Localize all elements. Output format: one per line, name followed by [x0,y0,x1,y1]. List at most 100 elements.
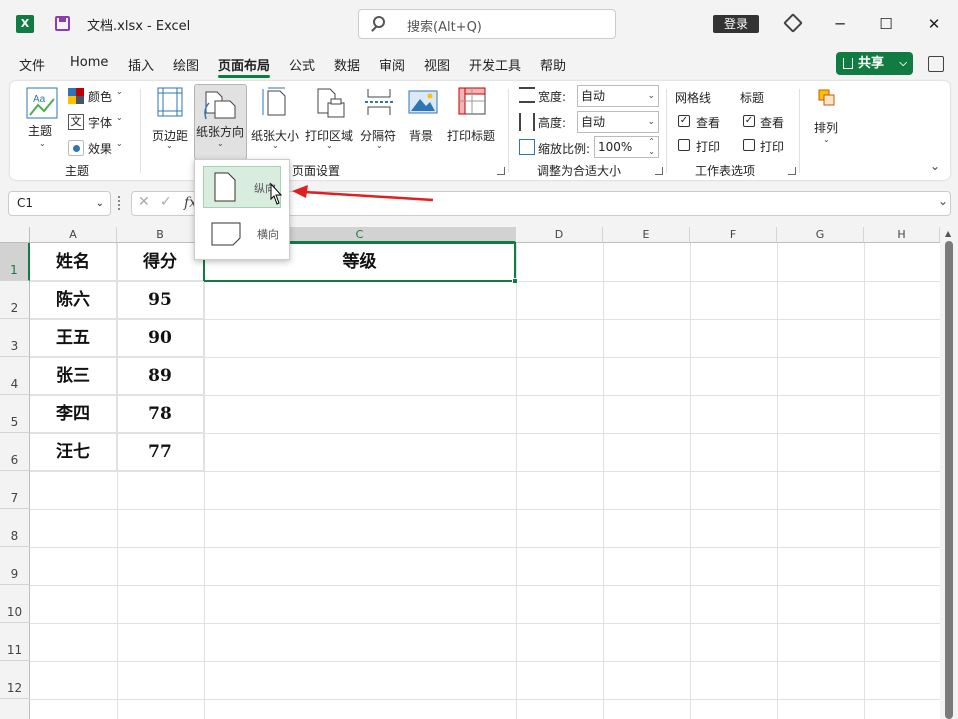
select-all-corner[interactable] [0,227,30,243]
scroll-up-icon[interactable]: ▲ [945,229,951,238]
background-button[interactable]: 背景 [406,87,440,149]
row-header[interactable]: 8 [0,509,30,547]
comment-icon[interactable] [928,56,944,72]
column-header[interactable]: H [864,227,940,243]
chevron-down-icon: ⌄ [95,198,104,209]
chevron-down-icon: ⌄ [116,113,123,122]
row-header-selected[interactable]: 1 [0,243,30,281]
tab-review[interactable]: 审阅 [379,55,405,74]
row-header[interactable] [0,699,30,719]
table-header-cell[interactable]: 姓名 [30,243,117,281]
table-cell[interactable]: 78 [117,395,204,433]
scale-spinner[interactable]: 100% ⌃ ⌄ [594,136,659,158]
landscape-label: 横向 [257,228,279,241]
gridlines-print-checkbox[interactable] [678,139,690,151]
tab-developer[interactable]: 开发工具 [469,55,521,74]
close-button[interactable]: ✕ [922,12,946,36]
tab-view[interactable]: 视图 [424,55,450,74]
table-cell[interactable]: 李四 [30,395,117,433]
orientation-button[interactable]: 纸张方向 ⌄ [194,84,247,160]
width-select[interactable]: 自动 ⌄ [577,85,659,107]
minimize-button[interactable]: ─ [828,12,852,36]
row-header[interactable]: 7 [0,471,30,509]
column-header[interactable]: D [516,227,603,243]
table-cell[interactable]: 95 [117,281,204,319]
height-select[interactable]: 自动 ⌄ [577,111,659,133]
table-cell[interactable]: 张三 [30,357,117,395]
column-header[interactable]: G [777,227,864,243]
row-header[interactable]: 9 [0,547,30,585]
width-icon [519,87,535,103]
confirm-icon[interactable]: ✓ [160,194,172,210]
row-header[interactable]: 3 [0,319,30,357]
column-header[interactable]: F [690,227,777,243]
row-header[interactable]: 2 [0,281,30,319]
table-header-cell[interactable]: 得分 [117,243,204,281]
print-titles-button[interactable]: 打印标题 [446,87,500,149]
headings-view-checkbox[interactable]: ✓ [743,115,755,127]
table-cell[interactable]: 陈六 [30,281,117,319]
tab-draw[interactable]: 绘图 [173,55,199,74]
row-header[interactable]: 11 [0,623,30,661]
table-cell[interactable]: 90 [117,319,204,357]
column-header[interactable]: B [117,227,204,243]
tab-data[interactable]: 数据 [334,55,360,74]
landscape-option[interactable]: 横向 [203,214,281,254]
print-area-button[interactable]: 打印区域 ⌄ [304,87,356,150]
page-setup-dialog-launcher-icon[interactable] [497,167,505,175]
headings-print-checkbox[interactable] [743,139,755,151]
table-cell[interactable]: 77 [117,433,204,471]
scale-value: 100% [598,140,633,154]
gridlines-view-checkbox[interactable]: ✓ [678,115,690,127]
tab-insert[interactable]: 插入 [128,55,154,74]
table-cell[interactable]: 汪七 [30,433,117,471]
row-header[interactable]: 4 [0,357,30,395]
print-area-icon [317,88,345,118]
name-box[interactable]: C1 ⌄ [8,191,111,216]
tab-file[interactable]: 文件 [19,55,45,74]
row-header[interactable]: 10 [0,585,30,623]
page-size-icon [262,87,286,116]
page-size-button[interactable]: 纸张大小 ⌄ [250,87,302,150]
tab-help[interactable]: 帮助 [540,55,566,74]
landscape-page-icon [211,222,241,246]
login-button[interactable]: 登录 [713,15,759,33]
tab-page-layout[interactable]: 页面布局 [218,55,270,74]
row-header[interactable]: 6 [0,433,30,471]
themes-button[interactable]: Aa 主题 ⌄ [24,87,60,149]
column-header[interactable]: E [603,227,690,243]
row-header[interactable]: 12 [0,661,30,699]
cancel-icon[interactable]: ✕ [138,194,150,210]
fonts-label: 字体 [88,116,113,130]
effects-button[interactable]: 效果 ⌄ [68,139,128,159]
column-header[interactable]: A [30,227,117,243]
scale-dialog-launcher-icon[interactable] [655,167,663,175]
table-cell[interactable]: 王五 [30,319,117,357]
sheet-options-dialog-launcher-icon[interactable] [788,167,796,175]
chevron-down-icon: ⌄ [116,87,123,96]
chevron-down-icon[interactable]: ⌄ [938,194,948,208]
save-icon[interactable] [55,16,70,31]
background-icon [408,90,438,114]
tab-home[interactable]: Home [70,55,108,70]
table-cell[interactable]: 89 [117,357,204,395]
arrange-button[interactable]: 排列 ⌄ [810,87,842,149]
vertical-scrollbar[interactable]: ▲ [940,227,958,719]
excel-app-icon: X [16,15,34,33]
fonts-button[interactable]: 文 字体 ⌄ [68,113,128,133]
width-value: 自动 [581,89,606,103]
worksheet-grid[interactable]: A B C D E F G H 1 2 3 4 5 6 7 8 9 10 11 … [0,227,940,719]
formula-bar: C1 ⌄ ✕ ✓ fx ⌄ [0,188,958,220]
colors-button[interactable]: 颜色 ⌄ [68,87,128,107]
sheet-options-group-label: 工作表选项 [695,164,756,178]
search-box[interactable]: 搜索(Alt+Q) [358,9,616,39]
breaks-button[interactable]: 分隔符 ⌄ [358,87,400,150]
maximize-button[interactable]: ☐ [874,12,898,36]
margins-button[interactable]: 页边距 ⌄ [150,87,192,150]
tab-formulas[interactable]: 公式 [289,55,315,74]
fill-handle[interactable] [512,278,518,284]
ribbon-collapse-icon[interactable]: ⌄ [930,159,940,173]
row-header[interactable]: 5 [0,395,30,433]
share-button[interactable]: 共享 ⌵ [836,52,913,75]
scrollbar-thumb[interactable] [945,241,953,719]
